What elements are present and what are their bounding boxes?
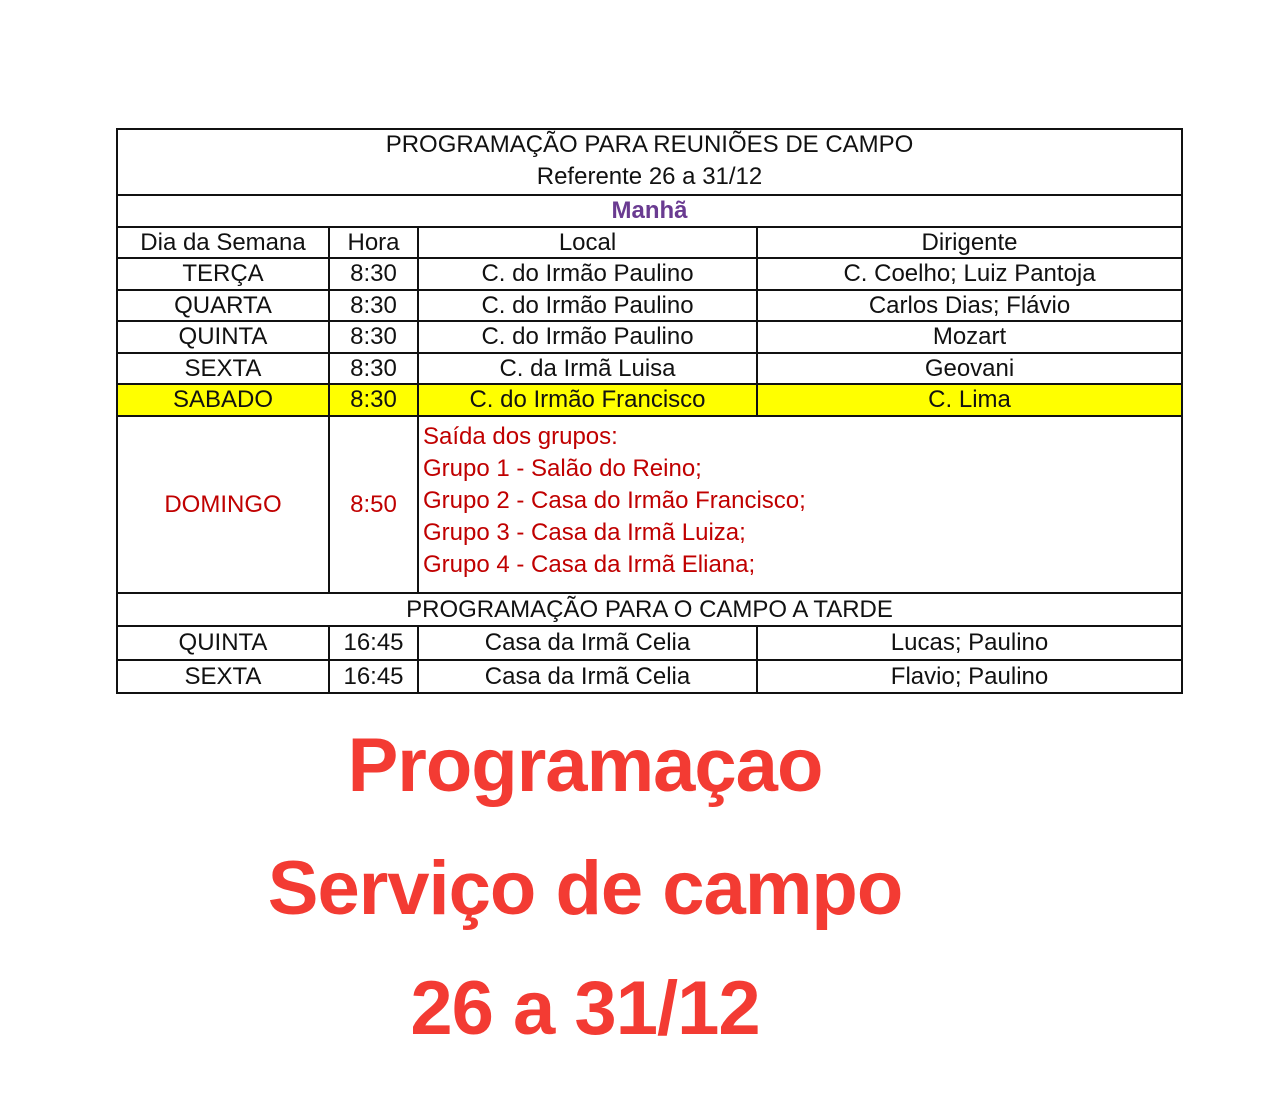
- table-title: PROGRAMAÇÃO PARA REUNIÕES DE CAMPO Refer…: [115, 128, 1184, 196]
- row-place: C. do Irmão Paulino: [417, 320, 758, 354]
- row-day: TERÇA: [116, 257, 330, 291]
- table-row: SEXTA 8:30 C. da Irmã Luisa Geovani: [116, 351, 1184, 385]
- caption-line-3: 26 a 31/12: [410, 966, 760, 1051]
- sunday-groups: Saída dos grupos: Grupo 1 - Salão do Rei…: [416, 414, 1184, 594]
- row-day: QUINTA: [116, 320, 330, 354]
- group-item: Grupo 2 - Casa do Irmão Francisco;: [423, 486, 806, 514]
- row-leader: Mozart: [755, 320, 1184, 354]
- sunday-time: 8:50: [328, 414, 419, 594]
- row-time: 16:45: [328, 624, 419, 661]
- row-time: 16:45: [328, 658, 419, 694]
- row-leader: Carlos Dias; Flávio: [755, 288, 1184, 322]
- row-time: 8:30: [328, 288, 419, 322]
- afternoon-section-label: PROGRAMAÇÃO PARA O CAMPO A TARDE: [115, 591, 1184, 627]
- morning-section-row: Manhã: [115, 194, 1184, 228]
- table-title-line1: PROGRAMAÇÃO PARA REUNIÕES DE CAMPO: [385, 131, 914, 158]
- sunday-groups-heading: Saída dos grupos:: [423, 422, 618, 450]
- afternoon-section-row: PROGRAMAÇÃO PARA O CAMPO A TARDE: [115, 591, 1184, 627]
- row-place: C. do Irmão Francisco: [417, 383, 758, 417]
- table-row: SEXTA 16:45 Casa da Irmã Celia Flavio; P…: [116, 658, 1184, 694]
- schedule-table: PROGRAMAÇÃO PARA REUNIÕES DE CAMPO Refer…: [115, 128, 1184, 694]
- row-place: C. do Irmão Paulino: [417, 288, 758, 322]
- table-row: QUARTA 8:30 C. do Irmão Paulino Carlos D…: [116, 288, 1184, 322]
- row-day: QUARTA: [116, 288, 330, 322]
- header-leader: Dirigente: [755, 225, 1184, 259]
- group-item: Grupo 4 - Casa da Irmã Eliana;: [423, 550, 756, 578]
- title-row: PROGRAMAÇÃO PARA REUNIÕES DE CAMPO Refer…: [115, 128, 1184, 196]
- caption-line-1: Programaçao: [347, 723, 824, 808]
- sunday-row: DOMINGO 8:50 Saída dos grupos: Grupo 1 -…: [116, 414, 1184, 594]
- sunday-day: DOMINGO: [116, 414, 330, 594]
- row-leader: Geovani: [755, 351, 1184, 385]
- row-leader: Flavio; Paulino: [755, 658, 1184, 694]
- row-day: SEXTA: [116, 351, 330, 385]
- caption-line-2: Serviço de campo: [267, 846, 904, 931]
- morning-section-label: Manhã: [115, 194, 1184, 228]
- header-time: Hora: [328, 225, 419, 259]
- table-row: QUINTA 16:45 Casa da Irmã Celia Lucas; P…: [116, 624, 1184, 661]
- row-leader: C. Lima: [755, 383, 1184, 417]
- table-row-highlighted: SABADO 8:30 C. do Irmão Francisco C. Lim…: [116, 383, 1184, 417]
- row-place: C. do Irmão Paulino: [417, 257, 758, 291]
- group-item: Grupo 3 - Casa da Irmã Luiza;: [423, 518, 746, 546]
- row-time: 8:30: [328, 383, 419, 417]
- row-time: 8:30: [328, 320, 419, 354]
- row-day: SEXTA: [116, 658, 330, 694]
- row-leader: Lucas; Paulino: [755, 624, 1184, 661]
- table-subtitle: Referente 26 a 31/12: [536, 163, 763, 190]
- row-time: 8:30: [328, 351, 419, 385]
- row-day: SABADO: [116, 383, 330, 417]
- row-day: QUINTA: [116, 624, 330, 661]
- group-item: Grupo 1 - Salão do Reino;: [423, 454, 702, 482]
- table-row: QUINTA 8:30 C. do Irmão Paulino Mozart: [116, 320, 1184, 354]
- table-row: TERÇA 8:30 C. do Irmão Paulino C. Coelho…: [116, 257, 1184, 291]
- row-place: Casa da Irmã Celia: [417, 624, 758, 661]
- header-place: Local: [417, 225, 758, 259]
- row-leader: C. Coelho; Luiz Pantoja: [755, 257, 1184, 291]
- header-day: Dia da Semana: [116, 225, 330, 259]
- header-row: Dia da Semana Hora Local Dirigente: [116, 225, 1184, 259]
- row-time: 8:30: [328, 257, 419, 291]
- row-place: Casa da Irmã Celia: [417, 658, 758, 694]
- row-place: C. da Irmã Luisa: [417, 351, 758, 385]
